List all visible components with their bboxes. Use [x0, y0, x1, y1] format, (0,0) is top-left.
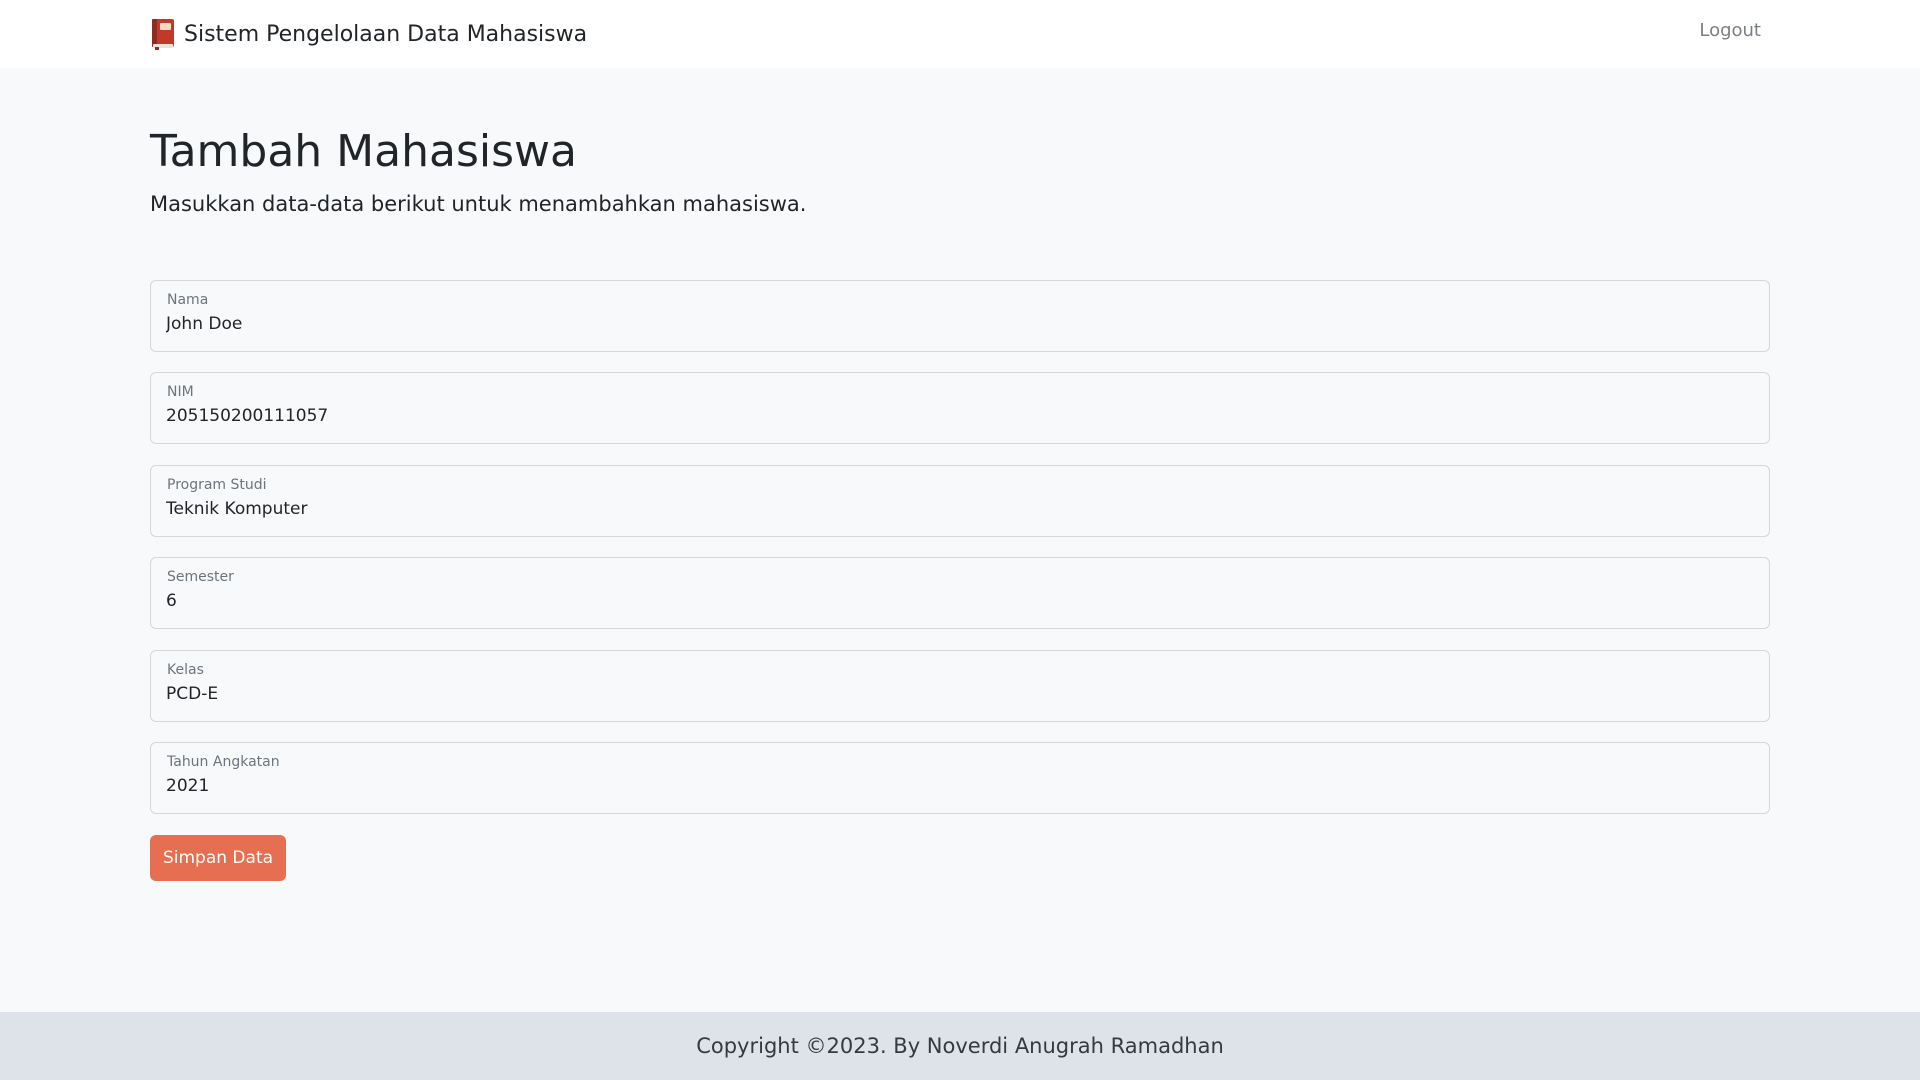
- nama-field[interactable]: Nama: [150, 280, 1770, 352]
- navbar: Sistem Pengelolaan Data Mahasiswa Logout: [0, 0, 1920, 68]
- simpan-data-button[interactable]: Simpan Data: [150, 835, 286, 881]
- page-title: Tambah Mahasiswa: [150, 126, 577, 177]
- semester-label: Semester: [167, 569, 234, 585]
- book-icon: [150, 18, 176, 50]
- tahun-angkatan-label: Tahun Angkatan: [167, 754, 280, 770]
- kelas-input[interactable]: [166, 684, 1746, 704]
- program-studi-field[interactable]: Program Studi: [150, 465, 1770, 537]
- tahun-angkatan-input[interactable]: [166, 776, 1746, 796]
- kelas-label: Kelas: [167, 662, 204, 678]
- program-studi-label: Program Studi: [167, 477, 267, 493]
- brand-title: Sistem Pengelolaan Data Mahasiswa: [184, 21, 588, 47]
- page-subtitle: Masukkan data-data berikut untuk menamba…: [150, 192, 807, 216]
- nim-label: NIM: [167, 384, 194, 400]
- logout-link[interactable]: Logout: [1699, 20, 1761, 41]
- nim-input[interactable]: [166, 406, 1746, 426]
- tahun-angkatan-field[interactable]: Tahun Angkatan: [150, 742, 1770, 814]
- program-studi-input[interactable]: [166, 499, 1746, 519]
- semester-input[interactable]: [166, 591, 1746, 611]
- brand-link[interactable]: Sistem Pengelolaan Data Mahasiswa: [150, 14, 587, 54]
- nim-field[interactable]: NIM: [150, 372, 1770, 444]
- nama-label: Nama: [167, 292, 209, 308]
- copyright-text: Copyright ©2023. By Noverdi Anugrah Rama…: [696, 1034, 1224, 1058]
- kelas-field[interactable]: Kelas: [150, 650, 1770, 722]
- semester-field[interactable]: Semester: [150, 557, 1770, 629]
- nama-input[interactable]: [166, 314, 1746, 334]
- footer: Copyright ©2023. By Noverdi Anugrah Rama…: [0, 1012, 1920, 1080]
